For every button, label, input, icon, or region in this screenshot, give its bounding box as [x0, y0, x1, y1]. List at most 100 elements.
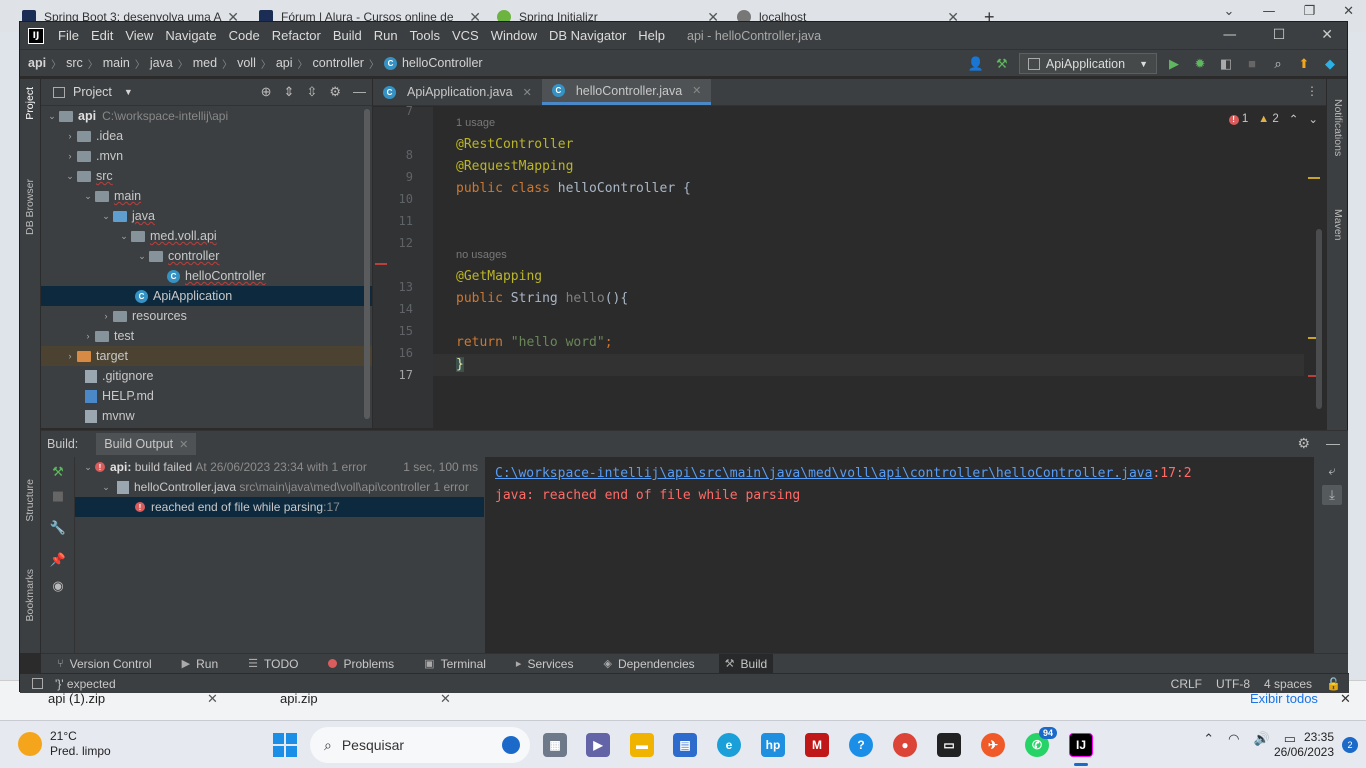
menu-refactor[interactable]: Refactor	[266, 28, 327, 43]
build-error-row[interactable]: ! reached end of file while parsing:17	[75, 497, 484, 517]
intellij-icon[interactable]: IJ	[1069, 733, 1093, 757]
breadcrumb[interactable]: api 〉	[28, 56, 66, 71]
close-icon[interactable]: ✕	[440, 691, 451, 707]
tree-item[interactable]: ⌄ controller	[41, 246, 372, 266]
gear-icon[interactable]: ⚙	[1297, 435, 1310, 452]
coverage-icon[interactable]: ◧	[1217, 55, 1235, 73]
chrome-icon[interactable]: ●	[893, 733, 917, 757]
restore-icon[interactable]: ❐	[1303, 4, 1315, 19]
debug-icon[interactable]: ✹	[1191, 55, 1209, 73]
tool-version-control[interactable]: ⑂ Version Control	[51, 654, 158, 674]
tool-project[interactable]: Project	[24, 87, 36, 120]
pin-icon[interactable]: 📌	[49, 551, 67, 569]
breadcrumb[interactable]: voll 〉	[237, 56, 276, 71]
breadcrumb[interactable]: main 〉	[103, 56, 150, 71]
menu-build[interactable]: Build	[327, 28, 368, 43]
tree-item[interactable]: mvnw	[41, 406, 372, 426]
hide-icon[interactable]: —	[1326, 435, 1340, 452]
scrollbar[interactable]	[1316, 229, 1322, 409]
warning-marker[interactable]	[1308, 177, 1320, 179]
tool-problems[interactable]: Problems	[322, 654, 400, 674]
terminal-icon[interactable]: ▭	[937, 733, 961, 757]
menu-db-navigator[interactable]: DB Navigator	[543, 28, 632, 43]
tab-hello-controller[interactable]: C helloController.java ✕	[541, 79, 712, 105]
tree-item[interactable]: › test	[41, 326, 372, 346]
breadcrumb[interactable]: java 〉	[150, 56, 193, 71]
tool-bookmarks[interactable]: Bookmarks	[24, 569, 36, 622]
close-icon[interactable]: ✕	[179, 438, 188, 451]
tree-item[interactable]: HELP.md	[41, 386, 372, 406]
hammer-icon[interactable]: ⚒	[993, 55, 1011, 73]
search-box[interactable]: ⌕ Pesquisar	[310, 727, 530, 763]
weather-widget[interactable]: 21°C Pred. limpo	[18, 729, 111, 759]
tree-item[interactable]: › .mvn	[41, 146, 372, 166]
tool-maven[interactable]: Maven	[1332, 209, 1344, 241]
tree-item[interactable]: ChelloController	[41, 266, 372, 286]
menu-file[interactable]: File	[52, 28, 85, 43]
plugin-icon[interactable]: ◆	[1321, 55, 1339, 73]
user-icon[interactable]: 👤	[967, 55, 985, 73]
menu-navigate[interactable]: Navigate	[159, 28, 222, 43]
minimize-icon[interactable]: —	[1262, 4, 1275, 19]
wifi-icon[interactable]: ◠	[1228, 731, 1239, 747]
build-output-tab[interactable]: Build Output ✕	[96, 433, 197, 455]
breadcrumb[interactable]: med 〉	[193, 56, 237, 71]
menu-window[interactable]: Window	[485, 28, 543, 43]
wrench-icon[interactable]: 🔧	[49, 519, 67, 537]
project-view-selector[interactable]: Project	[73, 85, 112, 99]
download-item[interactable]: api (1).zip	[48, 691, 105, 706]
run-icon[interactable]: ▶	[1165, 55, 1183, 73]
start-button[interactable]	[273, 733, 297, 757]
download-item[interactable]: api.zip	[280, 691, 318, 706]
chevron-up-icon[interactable]: ⌃	[1203, 731, 1214, 747]
show-all-button[interactable]: Exibir todos	[1250, 691, 1318, 706]
tree-item[interactable]: ⌄ main	[41, 186, 372, 206]
build-status-row[interactable]: ⌄ ! api: build failed At 26/06/2023 23:3…	[75, 457, 484, 477]
tree-item[interactable]: › resources	[41, 306, 372, 326]
tree-item-api[interactable]: ⌄ api C:\workspace-intellij\api	[41, 106, 372, 126]
minimize-icon[interactable]: —	[1223, 27, 1237, 43]
menu-help[interactable]: Help	[632, 28, 671, 43]
error-file-link[interactable]: C:\workspace-intellij\api\src\main\java\…	[495, 466, 1152, 481]
locate-icon[interactable]: ⊕	[261, 84, 272, 100]
store-icon[interactable]: ▤	[673, 733, 697, 757]
build-file-row[interactable]: ⌄ helloController.java src\main\java\med…	[75, 477, 484, 497]
tool-terminal[interactable]: ▣ Terminal	[418, 654, 492, 674]
tree-item-selected[interactable]: C ApiApplication	[41, 286, 372, 306]
whatsapp-icon[interactable]: ✆ 94	[1025, 727, 1057, 757]
update-icon[interactable]: ⬆	[1295, 55, 1313, 73]
menu-code[interactable]: Code	[223, 28, 266, 43]
file-encoding[interactable]: UTF-8	[1216, 677, 1250, 691]
tree-item[interactable]: ⌄ java	[41, 206, 372, 226]
volume-icon[interactable]: 🔊	[1254, 731, 1270, 747]
task-view-icon[interactable]: ▦	[543, 733, 567, 757]
notification-count[interactable]: 2	[1342, 737, 1358, 753]
mcafee-icon[interactable]: M	[805, 733, 829, 757]
tool-structure[interactable]: Structure	[24, 479, 36, 522]
code-area[interactable]: 1 usage @RestController @RequestMapping …	[433, 107, 1304, 428]
close-icon[interactable]: ✕	[1321, 27, 1333, 43]
menu-tools[interactable]: Tools	[404, 28, 446, 43]
teams-icon[interactable]: ▶	[586, 733, 610, 757]
menu-edit[interactable]: Edit	[85, 28, 119, 43]
usage-hint[interactable]: 1 usage	[456, 112, 495, 134]
menu-vcs[interactable]: VCS	[446, 28, 485, 43]
tool-build[interactable]: ⚒ Build	[718, 653, 774, 674]
close-icon[interactable]: ✕	[523, 86, 532, 99]
tree-item[interactable]: › .idea	[41, 126, 372, 146]
tool-run[interactable]: ▶ Run	[176, 654, 224, 674]
tool-db-browser[interactable]: DB Browser	[24, 179, 36, 235]
tree-item[interactable]: ⌄ med.voll.api	[41, 226, 372, 246]
gear-icon[interactable]: ⚙	[329, 84, 341, 100]
close-icon[interactable]: ✕	[207, 691, 218, 707]
chevron-down-icon[interactable]: ⌄	[1224, 4, 1235, 19]
tree-item[interactable]: .gitignore	[41, 366, 372, 386]
close-icon[interactable]: ✕	[1343, 4, 1354, 19]
lock-icon[interactable]: 🔓	[1326, 677, 1341, 691]
scroll-to-end-icon[interactable]: ⤓	[1322, 485, 1342, 505]
maximize-icon[interactable]: ☐	[1273, 27, 1286, 43]
hammer-icon[interactable]: ⚒	[49, 463, 67, 481]
tool-notifications[interactable]: Notifications	[1332, 99, 1344, 156]
menu-view[interactable]: View	[119, 28, 159, 43]
search-icon[interactable]: ⌕	[1269, 55, 1287, 73]
